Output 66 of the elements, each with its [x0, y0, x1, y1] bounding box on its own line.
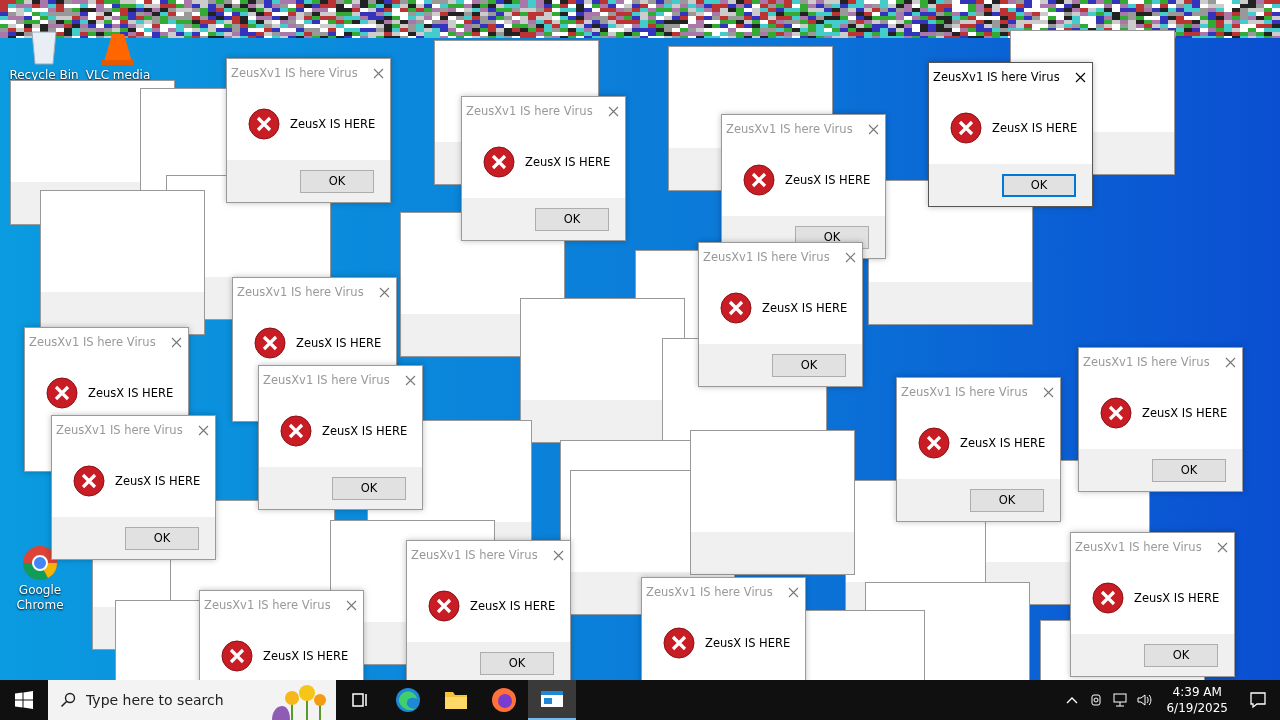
- error-icon: [1092, 581, 1124, 614]
- dialog-message: ZeusX IS HERE: [705, 635, 791, 650]
- dialog-message: ZeusX IS HERE: [1134, 590, 1220, 605]
- error-icon: [950, 111, 982, 144]
- dialog-title: ZeusXv1 IS here Virus: [726, 122, 853, 136]
- clock-date: 6/19/2025: [1166, 700, 1228, 716]
- error-icon: [483, 145, 515, 178]
- dialog-title: ZeusXv1 IS here Virus: [263, 373, 390, 387]
- error-icon: [280, 414, 312, 447]
- dialog-title: ZeusXv1 IS here Virus: [1075, 540, 1202, 554]
- dialog-title: ZeusXv1 IS here Virus: [901, 385, 1028, 399]
- dialog-title: ZeusXv1 IS here Virus: [466, 104, 593, 118]
- error-icon: [254, 326, 286, 359]
- dialog-message: ZeusX IS HERE: [290, 116, 376, 131]
- ok-button[interactable]: OK: [1144, 643, 1218, 667]
- dialog-message: ZeusX IS HERE: [470, 598, 556, 613]
- ok-button[interactable]: OK: [332, 476, 406, 500]
- ok-button[interactable]: OK: [772, 353, 846, 377]
- dialog-message: ZeusX IS HERE: [1142, 405, 1228, 420]
- dialog-title: ZeusXv1 IS here Virus: [237, 285, 364, 299]
- dialog-title: ZeusXv1 IS here Virus: [933, 70, 1060, 84]
- ok-button[interactable]: OK: [1002, 173, 1076, 197]
- dialog-title: ZeusXv1 IS here Virus: [646, 585, 773, 599]
- ok-button[interactable]: OK: [970, 488, 1044, 512]
- error-icon: [663, 626, 695, 659]
- error-icon: [73, 464, 105, 497]
- search-icon: [60, 692, 76, 708]
- dialog-message: ZeusX IS HERE: [525, 154, 611, 169]
- dialog-message: ZeusX IS HERE: [88, 385, 174, 400]
- notification-icon[interactable]: [1249, 691, 1267, 709]
- volume-icon[interactable]: [1136, 692, 1153, 708]
- dialog-message: ZeusX IS HERE: [762, 300, 848, 315]
- dialog-title: ZeusXv1 IS here Virus: [29, 335, 156, 349]
- ok-button[interactable]: OK: [480, 651, 554, 675]
- dialog-message: ZeusX IS HERE: [785, 172, 871, 187]
- dialog-message: ZeusX IS HERE: [115, 473, 201, 488]
- dialog-message: ZeusX IS HERE: [960, 435, 1046, 450]
- dialog-message: ZeusX IS HERE: [263, 648, 349, 663]
- ok-button[interactable]: OK: [125, 526, 199, 550]
- error-icon: [918, 426, 950, 459]
- error-icon: [743, 163, 775, 196]
- error-icon: [428, 589, 460, 622]
- network-icon[interactable]: [1112, 692, 1129, 708]
- dialog-message: ZeusX IS HERE: [992, 120, 1078, 135]
- dialog-message: ZeusX IS HERE: [296, 335, 382, 350]
- error-icon: [1100, 396, 1132, 429]
- error-icon: [221, 639, 253, 672]
- clock[interactable]: 4:39 AM 6/19/2025: [1158, 684, 1236, 716]
- ok-button[interactable]: OK: [1152, 458, 1226, 482]
- dialog-message: ZeusX IS HERE: [322, 423, 408, 438]
- dialog-title: ZeusXv1 IS here Virus: [411, 548, 538, 562]
- ok-button[interactable]: OK: [300, 169, 374, 193]
- search-field[interactable]: Type here to search: [48, 680, 336, 720]
- close-icon[interactable]: [1075, 71, 1086, 83]
- windows-start-icon[interactable]: [15, 691, 33, 709]
- dialog-title: ZeusXv1 IS here Virus: [1083, 355, 1210, 369]
- clock-time: 4:39 AM: [1172, 684, 1222, 700]
- dialog-title: ZeusXv1 IS here Virus: [56, 423, 183, 437]
- error-icon: [248, 107, 280, 140]
- error-icon: [720, 291, 752, 324]
- error-icon: [46, 376, 78, 409]
- dialog-title: ZeusXv1 IS here Virus: [703, 250, 830, 264]
- ok-button[interactable]: OK: [535, 207, 609, 231]
- window-taskbar-icon[interactable]: [528, 680, 576, 720]
- dialog-title: ZeusXv1 IS here Virus: [231, 66, 358, 80]
- dialog-title: ZeusXv1 IS here Virus: [204, 598, 331, 612]
